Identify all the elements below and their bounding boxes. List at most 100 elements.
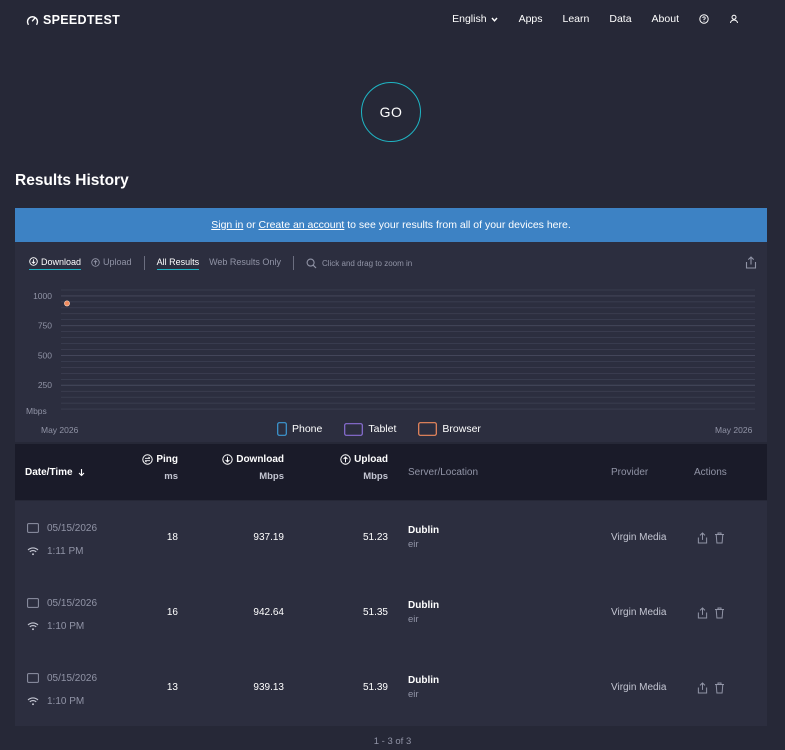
- col-ping-label: Ping: [156, 453, 178, 465]
- legend-label-browser: Browser: [442, 423, 481, 435]
- all-results-tab[interactable]: All Results: [156, 257, 200, 270]
- col-download[interactable]: Download Mbps: [222, 452, 284, 485]
- row-server-city: Dublin: [408, 525, 440, 536]
- legend-item-browser[interactable]: Browser: [418, 422, 481, 436]
- share-icon[interactable]: [697, 532, 708, 544]
- col-ping[interactable]: Ping ms: [142, 452, 178, 485]
- download-toggle-label: Download: [41, 256, 82, 267]
- help-button[interactable]: [699, 14, 709, 24]
- share-icon[interactable]: [745, 256, 757, 269]
- user-icon: [730, 14, 738, 24]
- logo-text: SPEEDTEST: [43, 13, 121, 27]
- col-datetime[interactable]: Date/Time: [25, 465, 89, 479]
- upload-circle-icon: [340, 453, 351, 465]
- zoom-hint-text: Click and drag to zoom in: [321, 258, 413, 268]
- share-icon[interactable]: [697, 607, 708, 619]
- row-server-isp: eir: [408, 689, 419, 700]
- row-time: 1:11 PM: [47, 545, 84, 557]
- row-upload: 51.23: [362, 532, 388, 543]
- row-datetime: 05/15/2026 1:10 PM: [27, 596, 97, 633]
- nav-link-data[interactable]: Data: [609, 13, 631, 25]
- row-ping: 16: [166, 607, 178, 618]
- legend-item-tablet[interactable]: Tablet: [344, 422, 397, 436]
- nav-link-apps[interactable]: Apps: [519, 13, 543, 25]
- go-button[interactable]: GO: [361, 82, 421, 142]
- row-ping: 13: [166, 682, 178, 693]
- browser-icon: [27, 673, 39, 683]
- language-selector[interactable]: English: [452, 13, 498, 25]
- x-axis-label-end: May 2026: [715, 425, 753, 435]
- sign-in-link[interactable]: Sign in: [211, 219, 243, 231]
- row-time: 1:10 PM: [47, 620, 85, 632]
- row-actions: [697, 682, 731, 694]
- row-provider: Virgin Media: [611, 607, 667, 618]
- table-row[interactable]: 05/15/2026 1:10 PM 13 939.13 51.39 Dublin eir V…: [15, 651, 767, 726]
- share-icon[interactable]: [697, 682, 708, 694]
- row-date: 05/15/2026: [47, 522, 98, 534]
- wifi-icon: [27, 622, 39, 631]
- row-datetime: 05/15/2026 1:11 PM: [27, 521, 97, 558]
- upload-toggle[interactable]: Upload: [91, 257, 132, 269]
- arrow-down-icon: [78, 468, 85, 476]
- col-datetime-label: Date/Time: [25, 466, 73, 478]
- nav-link-about[interactable]: About: [652, 13, 679, 25]
- row-provider: Virgin Media: [611, 532, 667, 543]
- col-download-label: Download: [236, 453, 284, 465]
- table-row[interactable]: 05/15/2026 1:11 PM 18 937.19 51.23 Dublin eir V…: [15, 501, 767, 576]
- results-table-header: Date/Time Ping ms Download Mbps Upload M…: [15, 444, 767, 500]
- wifi-icon: [27, 697, 39, 706]
- col-upload[interactable]: Upload Mbps: [340, 452, 388, 485]
- zoom-hint: Click and drag to zoom in: [306, 258, 412, 269]
- legend-label-tablet: Tablet: [368, 423, 397, 435]
- browser-icon: [418, 422, 438, 436]
- chart-legend: Phone Tablet Browser: [277, 422, 481, 436]
- col-provider: Provider: [611, 465, 648, 479]
- create-account-link[interactable]: Create an account: [259, 219, 345, 231]
- upload-circle-icon: [91, 257, 100, 267]
- col-server: Server/Location: [408, 465, 478, 479]
- row-server: Dublin eir: [408, 525, 439, 550]
- browser-icon: [27, 523, 39, 533]
- nav-link-learn[interactable]: Learn: [563, 13, 590, 25]
- row-date: 05/15/2026: [47, 672, 98, 684]
- table-row[interactable]: 05/15/2026 1:10 PM 16 942.64 51.35 Dublin eir V…: [15, 576, 767, 651]
- col-ping-unit: ms: [164, 471, 178, 482]
- row-server-isp: eir: [408, 539, 419, 550]
- speedtest-logo[interactable]: SPEEDTEST: [26, 13, 120, 27]
- legend-item-phone[interactable]: Phone: [277, 422, 322, 436]
- results-chart-panel: 1000 750 500 250 Mbps Download Upload All Re…: [15, 242, 767, 442]
- trash-icon[interactable]: [714, 682, 725, 694]
- col-upload-unit: Mbps: [363, 471, 388, 482]
- ping-icon: [142, 453, 154, 465]
- results-chart[interactable]: 1000 750 500 250 Mbps: [15, 242, 767, 442]
- user-button[interactable]: [729, 14, 739, 24]
- chart-point[interactable]: [64, 300, 70, 307]
- row-date: 05/15/2026: [47, 597, 98, 609]
- trash-icon[interactable]: [714, 532, 725, 544]
- row-download: 937.19: [253, 532, 284, 543]
- download-toggle[interactable]: Download: [29, 256, 82, 270]
- help-circle-icon: [699, 14, 709, 24]
- download-circle-icon: [222, 453, 233, 465]
- y-tick-label: 500: [38, 350, 52, 360]
- pagination-info: 1 - 3 of 3: [373, 736, 412, 747]
- row-server: Dublin eir: [408, 675, 439, 700]
- wifi-icon: [27, 547, 39, 556]
- row-actions: [697, 532, 731, 544]
- col-actions-label: Actions: [694, 466, 727, 478]
- nav-links: English Apps Learn Data About: [452, 13, 739, 25]
- row-server: Dublin eir: [408, 600, 439, 625]
- toolbar-divider: [292, 256, 294, 270]
- row-time: 1:10 PM: [47, 695, 85, 707]
- toolbar-divider: [143, 256, 145, 270]
- row-ping: 18: [166, 532, 178, 543]
- y-tick-label: 750: [38, 321, 52, 331]
- trash-icon[interactable]: [714, 607, 725, 619]
- web-results-tab[interactable]: Web Results Only: [209, 257, 281, 269]
- row-download: 939.13: [253, 682, 284, 693]
- tablet-icon: [344, 422, 364, 436]
- y-tick-label: 250: [38, 380, 52, 390]
- sign-in-banner: Sign in or Create an account to see your…: [15, 208, 767, 242]
- banner-or-text: or: [243, 219, 259, 231]
- col-download-unit: Mbps: [259, 471, 284, 482]
